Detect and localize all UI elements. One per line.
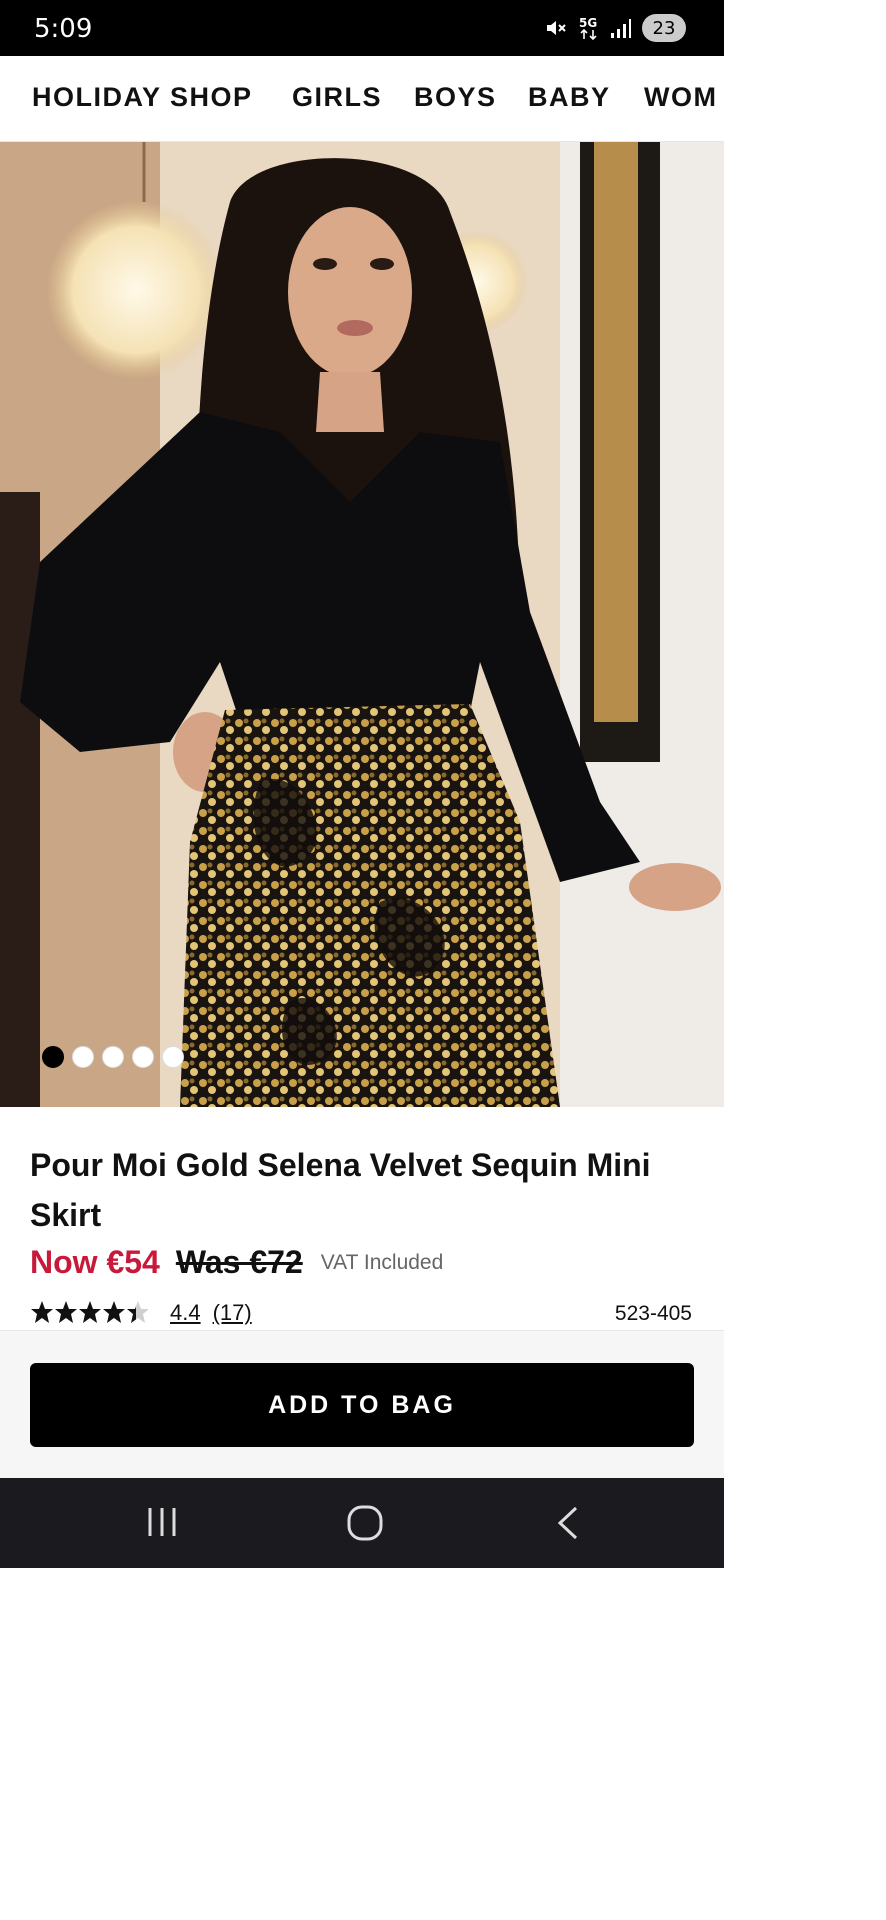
add-to-bag-bar: ADD TO BAG	[0, 1330, 724, 1478]
product-photo-illustration	[0, 142, 724, 1107]
nav-item-girls[interactable]: GIRLS	[292, 82, 382, 113]
nav-item-baby[interactable]: BABY	[528, 82, 611, 113]
gallery-dot[interactable]	[162, 1046, 184, 1068]
gallery-dots	[42, 1046, 184, 1068]
price-now: Now €54	[30, 1244, 160, 1280]
product-title: Pour Moi Gold Selena Velvet Sequin Mini …	[30, 1147, 651, 1233]
gallery-dot[interactable]	[102, 1046, 124, 1068]
status-bar: 5:09 5G 23	[0, 0, 724, 56]
home-icon[interactable]	[346, 1504, 384, 1547]
network-label: 5G	[579, 16, 597, 30]
back-icon[interactable]	[554, 1504, 584, 1547]
product-sku: 523-405	[614, 1302, 692, 1325]
mute-icon	[544, 16, 568, 40]
rating-row[interactable]: 4.4 (17)	[30, 1300, 252, 1326]
gallery-dot[interactable]	[72, 1046, 94, 1068]
price-was: Was €72	[175, 1244, 303, 1280]
gallery-dot[interactable]	[42, 1046, 64, 1068]
add-to-bag-button[interactable]: ADD TO BAG	[30, 1363, 694, 1447]
stars-icon	[31, 1301, 148, 1323]
battery-icon: 23	[642, 14, 686, 42]
system-nav-bar	[0, 1478, 724, 1568]
rating-value[interactable]: 4.4	[170, 1300, 201, 1326]
5g-icon: 5G	[578, 15, 600, 41]
rating-count[interactable]: (17)	[213, 1300, 252, 1326]
nav-item-boys[interactable]: BOYS	[414, 82, 497, 113]
nav-item-women[interactable]: WOM	[644, 82, 717, 113]
signal-icon	[610, 17, 632, 39]
vat-note: VAT Included	[320, 1250, 444, 1274]
status-time: 5:09	[34, 14, 93, 44]
gallery-dot[interactable]	[132, 1046, 154, 1068]
nav-item-holiday-shop[interactable]: HOLIDAY SHOP	[32, 82, 253, 113]
category-nav: HOLIDAY SHOP GIRLS BOYS BABY WOM	[0, 56, 724, 142]
status-icons: 5G 23	[544, 14, 686, 42]
recent-apps-icon[interactable]	[146, 1504, 180, 1545]
product-image[interactable]	[0, 142, 724, 1107]
rating-stars	[30, 1300, 148, 1326]
price-row: Now €54 Was €72 VAT Included	[30, 1244, 443, 1281]
